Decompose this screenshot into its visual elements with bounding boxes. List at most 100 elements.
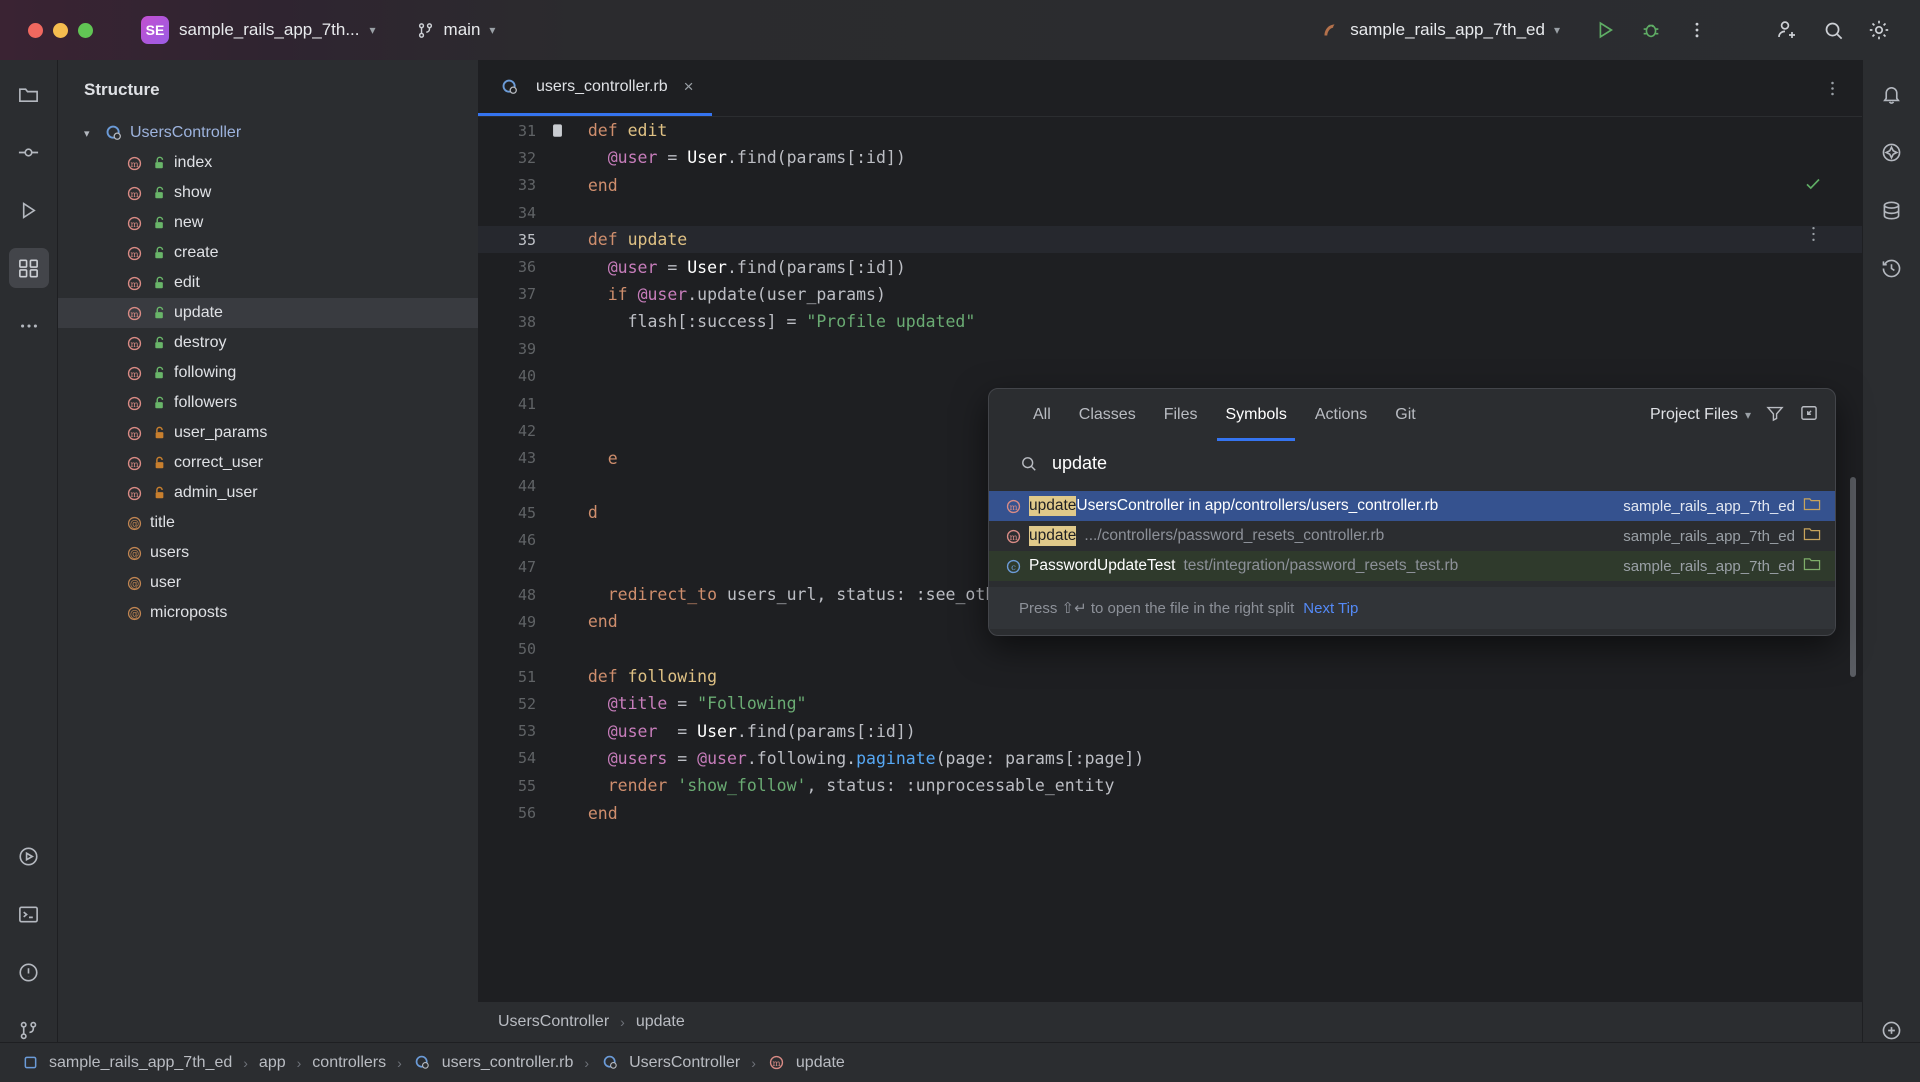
project-selector[interactable]: SE sample_rails_app_7th... ▾ <box>141 16 376 44</box>
search-tab-symbols[interactable]: Symbols <box>1211 389 1300 441</box>
search-tab-git[interactable]: Git <box>1381 389 1429 441</box>
run-button[interactable] <box>1582 7 1628 53</box>
structure-item-followers[interactable]: m followers <box>58 388 478 418</box>
structure-item-label: admin_user <box>174 484 258 501</box>
structure-item-create[interactable]: m create <box>58 238 478 268</box>
code-line: 34 <box>478 199 1862 226</box>
search-input[interactable]: update <box>1052 453 1107 474</box>
structure-tool-button[interactable] <box>8 248 49 288</box>
search-result-row[interactable]: m update .../controllers/password_resets_c… <box>989 521 1835 551</box>
gutter-mark <box>546 123 568 139</box>
breadcrumb-label: sample_rails_app_7th_ed <box>49 1053 233 1071</box>
structure-root-node[interactable]: ▾ UsersController <box>58 118 478 148</box>
debug-button[interactable] <box>1628 7 1674 53</box>
code-line: 52 @title = "Following" <box>478 690 1862 717</box>
project-tool-button[interactable] <box>9 74 49 114</box>
search-tab-all[interactable]: All <box>1019 389 1065 441</box>
commit-tool-button[interactable] <box>9 132 49 172</box>
more-tools-button[interactable] <box>9 306 49 346</box>
structure-item-new[interactable]: m new <box>58 208 478 238</box>
structure-item-correct-user[interactable]: m correct_user <box>58 448 478 478</box>
search-result-project: sample_rails_app_7th_ed <box>1623 556 1821 576</box>
method-icon: m <box>124 363 144 383</box>
code-text: def following <box>587 667 718 687</box>
search-expand-button[interactable] <box>1799 403 1819 428</box>
minimize-window-button[interactable] <box>53 22 68 38</box>
close-icon[interactable]: × <box>684 77 694 97</box>
close-window-button[interactable] <box>28 22 43 38</box>
left-tool-rail <box>0 60 58 1082</box>
search-filter-button[interactable] <box>1765 403 1785 428</box>
search-everywhere-tools: Project Files ▾ <box>1650 403 1819 428</box>
search-tab-actions[interactable]: Actions <box>1301 389 1381 441</box>
inspection-ok-icon[interactable] <box>1804 175 1822 197</box>
breadcrumb-item-controllers[interactable]: controllers <box>312 1054 386 1072</box>
svg-text:c: c <box>1011 562 1016 572</box>
run-panel-button[interactable] <box>9 836 49 876</box>
structure-icon <box>19 259 38 277</box>
search-result-project-label: sample_rails_app_7th_ed <box>1623 497 1795 515</box>
class-icon: c <box>1003 556 1023 576</box>
line-number: 38 <box>517 312 536 331</box>
bell-icon <box>1883 86 1900 104</box>
structure-item-destroy[interactable]: m destroy <box>58 328 478 358</box>
editor-tab-users-controller[interactable]: users_controller.rb × <box>478 60 712 116</box>
search-result-primary: UsersController in app/controllers/users… <box>1076 497 1439 514</box>
add-user-button[interactable] <box>1764 7 1810 53</box>
structure-item-edit[interactable]: m edit <box>58 268 478 298</box>
more-vertical-icon <box>1831 81 1834 95</box>
terminal-button[interactable] <box>9 894 49 934</box>
run-configuration-name: sample_rails_app_7th_ed <box>1350 20 1545 39</box>
structure-item-show[interactable]: m show <box>58 178 478 208</box>
editor-options-button[interactable] <box>1823 60 1862 116</box>
search-scope-selector[interactable]: Project Files ▾ <box>1650 406 1751 424</box>
maximize-window-button[interactable] <box>78 22 93 38</box>
structure-item-user-params[interactable]: m user_params <box>58 418 478 448</box>
editor-scrollbar[interactable] <box>1850 477 1856 677</box>
search-tab-classes[interactable]: Classes <box>1065 389 1150 441</box>
test-module-icon <box>1803 556 1821 576</box>
structure-item-title[interactable]: @ title <box>58 508 478 538</box>
structure-item-following[interactable]: m following <box>58 358 478 388</box>
method-icon: m <box>124 153 144 173</box>
breadcrumb-class[interactable]: UsersController <box>498 1013 609 1031</box>
search-result-row[interactable]: m update UsersController in app/controlle… <box>989 491 1835 521</box>
search-everywhere-input-row[interactable]: update <box>989 441 1835 485</box>
structure-item-index[interactable]: m index <box>58 148 478 178</box>
breadcrumb-item-users-controller-rb[interactable]: users_controller.rb <box>413 1053 573 1073</box>
chevron-down-icon[interactable]: ▾ <box>84 127 104 140</box>
notifications-button[interactable] <box>1872 74 1912 114</box>
run-tool-button[interactable] <box>9 190 49 230</box>
breadcrumb-method[interactable]: update <box>636 1013 685 1031</box>
structure-item-user[interactable]: @ user <box>58 568 478 598</box>
code-line: 37 if @user.update(user_params) <box>478 281 1862 308</box>
window-controls[interactable] <box>28 22 93 38</box>
run-configuration-selector[interactable]: sample_rails_app_7th_ed ▾ <box>1319 19 1560 41</box>
structure-item-users[interactable]: @ users <box>58 538 478 568</box>
next-tip-link[interactable]: Next Tip <box>1303 600 1358 617</box>
breadcrumb-item-app[interactable]: app <box>259 1054 286 1072</box>
line-number: 49 <box>517 612 536 631</box>
breadcrumb-item-UsersController[interactable]: UsersController <box>600 1053 740 1073</box>
search-tab-files[interactable]: Files <box>1150 389 1212 441</box>
structure-item-microposts[interactable]: @ microposts <box>58 598 478 628</box>
breadcrumb-item-sample-rails-app-7th-ed[interactable]: sample_rails_app_7th_ed <box>20 1053 232 1073</box>
more-actions-button[interactable] <box>1674 7 1720 53</box>
ruby-class-icon <box>413 1053 433 1073</box>
settings-button[interactable] <box>1856 7 1902 53</box>
line-number: 44 <box>517 476 536 495</box>
svg-text:@: @ <box>129 518 138 529</box>
branch-selector[interactable]: main ▾ <box>416 20 495 40</box>
search-result-row[interactable]: c PasswordUpdateTest test/integration/pass… <box>989 551 1835 581</box>
inspection-more-icon[interactable] <box>1811 225 1816 247</box>
search-scope-label: Project Files <box>1649 406 1738 423</box>
ai-assistant-button[interactable] <box>1872 132 1912 172</box>
structure-item-update[interactable]: m update <box>58 298 478 328</box>
structure-item-admin-user[interactable]: m admin_user <box>58 478 478 508</box>
structure-item-label: microposts <box>150 604 228 621</box>
history-button[interactable] <box>1872 248 1912 288</box>
breadcrumb-item-update[interactable]: m update <box>767 1053 845 1073</box>
problems-button[interactable] <box>9 952 49 992</box>
search-everywhere-button[interactable] <box>1810 7 1856 53</box>
database-button[interactable] <box>1872 190 1912 230</box>
